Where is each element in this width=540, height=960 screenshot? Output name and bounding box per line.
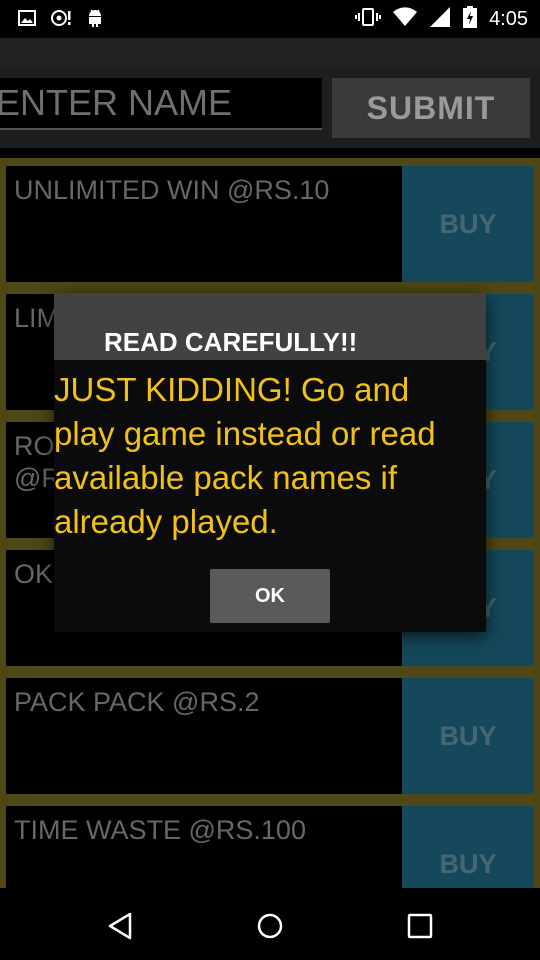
status-time: 4:05 xyxy=(489,8,528,30)
status-left-icons xyxy=(18,8,104,33)
image-icon xyxy=(18,10,36,31)
ok-button[interactable]: OK xyxy=(210,569,330,623)
name-entry-row: SUBMIT xyxy=(0,68,540,148)
name-input[interactable] xyxy=(0,78,322,130)
battery-icon xyxy=(463,6,478,33)
dialog-title: READ CAREFULLY!! xyxy=(104,327,358,357)
app-bar xyxy=(0,38,540,68)
home-icon[interactable] xyxy=(250,906,290,946)
wifi-icon xyxy=(393,7,418,32)
recents-icon[interactable] xyxy=(400,906,440,946)
notification-icon xyxy=(50,9,72,32)
android-icon xyxy=(86,8,104,33)
cell-signal-icon xyxy=(429,7,451,32)
vibrate-icon xyxy=(355,7,382,32)
dialog-message: JUST KIDDING! Go and play game instead o… xyxy=(54,371,436,540)
alert-dialog: READ CAREFULLY!! JUST KIDDING! Go and pl… xyxy=(54,293,486,632)
back-icon[interactable] xyxy=(100,906,140,946)
status-right-icons: 4:05 xyxy=(355,6,528,33)
submit-button[interactable]: SUBMIT xyxy=(332,78,530,138)
dialog-title-bar: READ CAREFULLY!! xyxy=(54,293,486,360)
navigation-bar xyxy=(0,888,540,960)
status-bar: 4:05 xyxy=(0,0,540,38)
